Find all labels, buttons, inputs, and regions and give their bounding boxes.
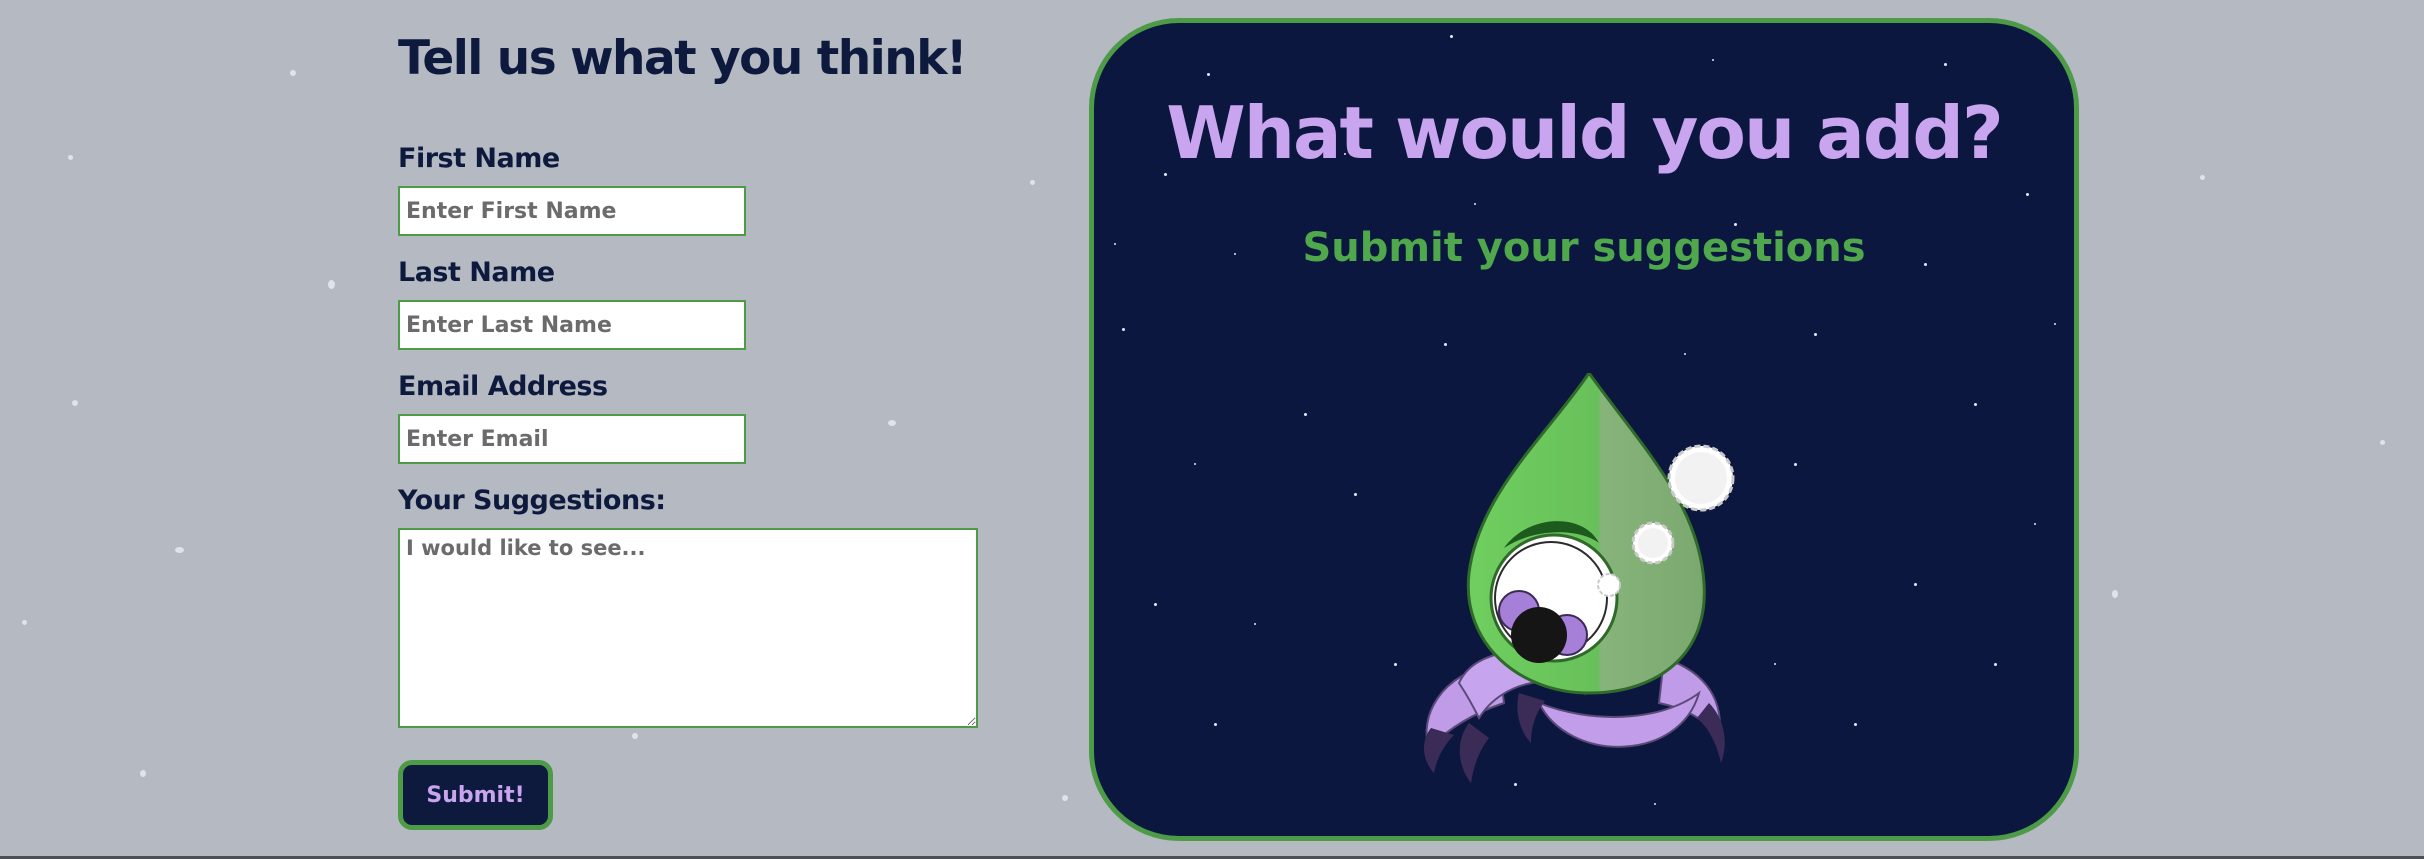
email-label: Email Address xyxy=(398,371,608,402)
feedback-form: Tell us what you think! First Name Last … xyxy=(398,30,998,830)
card-subtitle: Submit your suggestions xyxy=(1302,225,1866,271)
last-name-label: Last Name xyxy=(398,257,555,288)
card-title: What would you add? xyxy=(1166,91,2003,175)
first-name-input[interactable] xyxy=(398,186,746,236)
first-name-label: First Name xyxy=(398,143,560,174)
alien-rocket-illustration xyxy=(1423,373,1735,783)
last-name-input[interactable] xyxy=(398,300,746,350)
space-card: What would you add? Submit your suggesti… xyxy=(1089,18,2079,841)
form-title: Tell us what you think! xyxy=(398,31,967,86)
submit-button[interactable]: Submit! xyxy=(398,760,553,830)
suggestions-textarea[interactable] xyxy=(398,528,978,728)
email-input[interactable] xyxy=(398,414,746,464)
suggestions-label: Your Suggestions: xyxy=(398,485,666,516)
